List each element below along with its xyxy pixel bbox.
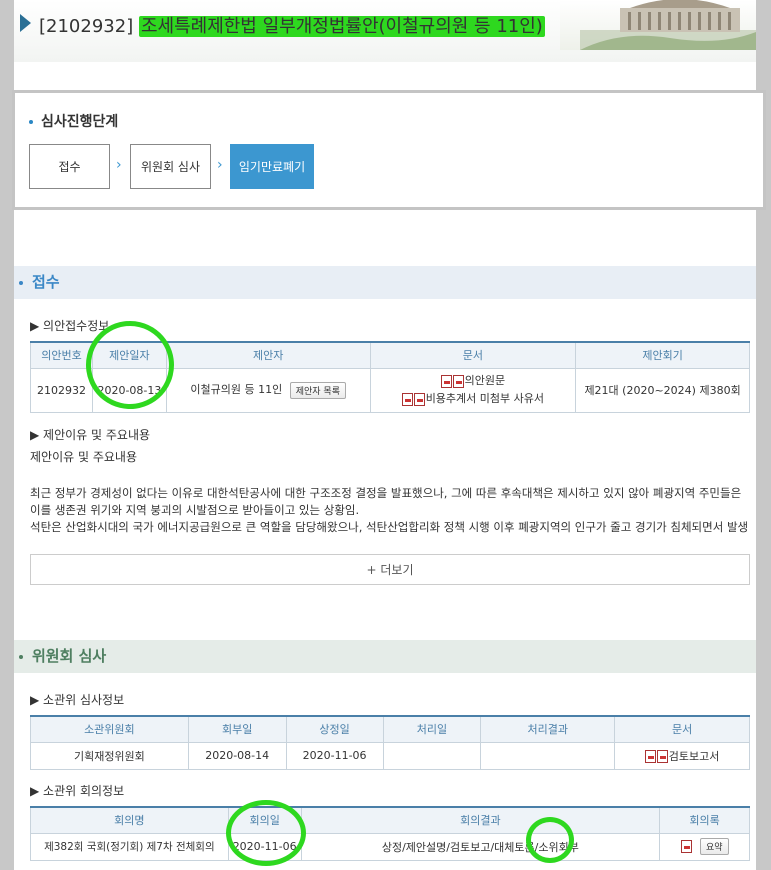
reason-heading: ▶ 제안이유 및 주요내용 xyxy=(30,428,151,442)
col-proposer: 제안자 xyxy=(165,341,371,369)
bill-name: 조세특례제한법 일부개정법률안(이철규의원 등 11인) xyxy=(138,16,545,37)
col-session: 제안회기 xyxy=(575,341,750,369)
reason-label: 제안이유 및 주요내용 xyxy=(30,450,137,464)
reason-line-1: 최근 정부가 경제성이 없다는 이유로 대한석탄공사에 대한 구조조정 결정을 … xyxy=(30,486,742,500)
doc-original[interactable]: 의안원문 xyxy=(371,372,576,390)
pdf-icon[interactable] xyxy=(413,392,425,406)
col-bill-no: 의안번호 xyxy=(30,341,93,369)
page: [2102932] 조세특례제한법 일부개정법률안(이철규의원 등 11인) 심… xyxy=(12,0,766,870)
pdf-icon[interactable] xyxy=(680,840,692,853)
chevron-right-icon: › xyxy=(217,157,223,173)
section-committee-review: 위원회 심사 xyxy=(14,640,756,673)
section-reception: 접수 xyxy=(14,266,756,299)
table-row: 제382회 국회(정기회) 제7차 전체회의 2020-11-06 상정/제안설… xyxy=(30,832,750,861)
hwp-icon[interactable] xyxy=(401,392,413,406)
step-committee-review: 위원회 심사 xyxy=(130,144,211,189)
pdf-icon[interactable] xyxy=(656,750,668,763)
reception-info-heading: ▶ 의안접수정보 xyxy=(30,319,110,333)
more-button[interactable]: + 더보기 xyxy=(30,554,750,585)
minutes-summary-button[interactable]: 요약 xyxy=(700,838,729,855)
pdf-icon[interactable] xyxy=(452,374,464,388)
table-row: 기획재정위원회 2020-08-14 2020-11-06 검토보고서 xyxy=(30,741,750,770)
annotation-circle xyxy=(526,817,574,863)
committee-review-heading: ▶ 소관위 심사정보 xyxy=(30,693,125,707)
reason-line-2: 이를 생존권 위기와 지역 붕괴의 시발점으로 받아들이고 있는 상황임. xyxy=(30,503,360,517)
assembly-building-image xyxy=(560,0,756,50)
doc-review-report[interactable]: 검토보고서 xyxy=(614,741,750,770)
bullet-icon xyxy=(29,120,33,124)
bullet-icon xyxy=(19,655,23,659)
proposer-list-button[interactable]: 제안자 목록 xyxy=(289,381,346,399)
bill-title: [2102932] 조세특례제한법 일부개정법률안(이철규의원 등 11인) xyxy=(39,12,545,38)
bill-number: [2102932] xyxy=(39,16,134,37)
committee-meeting-heading: ▶ 소관위 회의정보 xyxy=(30,784,125,798)
page-header: [2102932] 조세특례제한법 일부개정법률안(이철규의원 등 11인) xyxy=(14,0,756,62)
col-docs: 문서 xyxy=(369,341,577,369)
bullet-icon xyxy=(19,281,23,285)
review-stage-panel: 심사진행단계 접수 › 위원회 심사 › 임기만료폐기 xyxy=(12,90,766,210)
step-received: 접수 xyxy=(29,144,110,189)
arrow-icon xyxy=(20,14,31,32)
stage-title: 심사진행단계 xyxy=(29,111,118,131)
doc-cost-estimate[interactable]: 비용추계서 미첨부 사유서 xyxy=(371,390,576,408)
reason-line-3: 석탄은 산업화시대의 국가 에너지공급원으로 큰 역할을 담당해왔으나, 석탄산… xyxy=(30,520,749,534)
step-expired-discarded: 임기만료폐기 xyxy=(230,144,314,189)
hwp-icon[interactable] xyxy=(644,750,656,763)
hwp-icon[interactable] xyxy=(440,374,452,388)
committee-meeting-table: 회의명 회의일 회의결과 회의록 제382회 국회(정기회) 제7차 전체회의 … xyxy=(30,806,750,861)
chevron-right-icon: › xyxy=(116,157,122,173)
committee-review-table: 소관위원회 회부일 상정일 처리일 처리결과 문서 기획재정위원회 2020-0… xyxy=(30,715,750,770)
annotation-circle xyxy=(226,800,306,866)
